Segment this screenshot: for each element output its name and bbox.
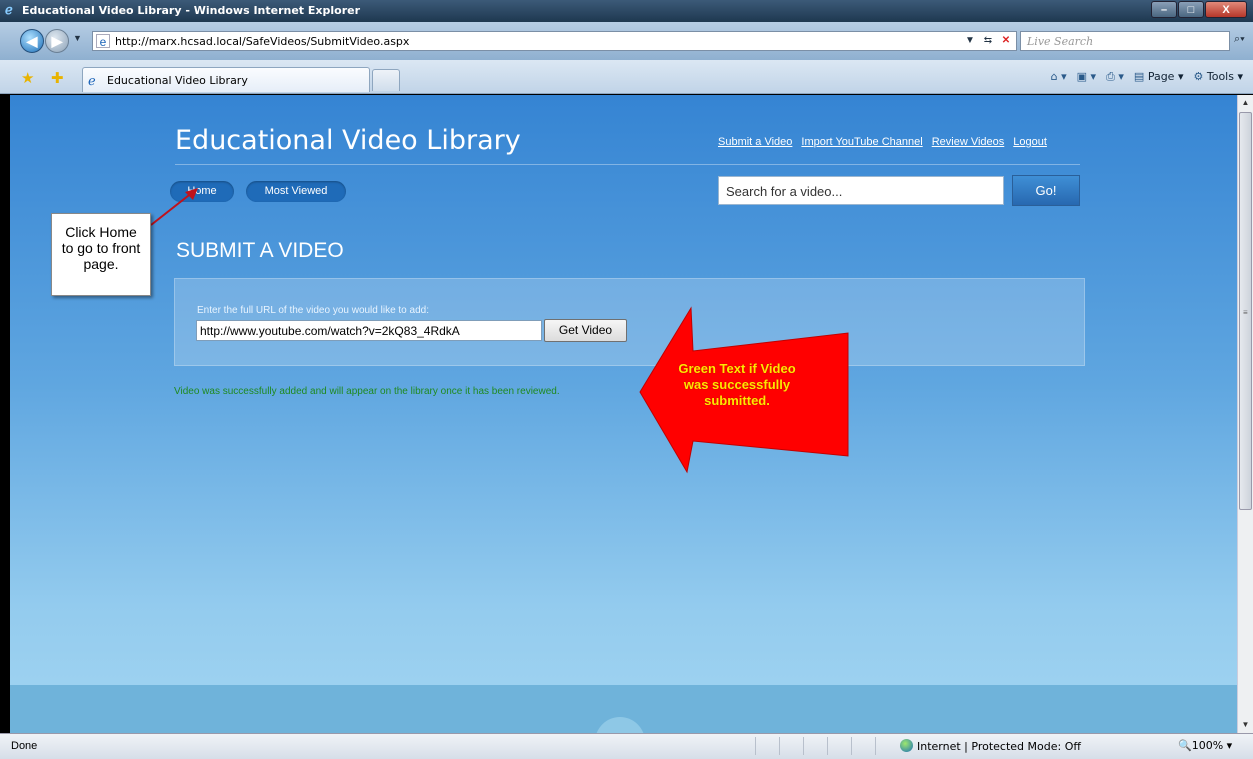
security-zone-label: Internet | Protected Mode: Off bbox=[917, 740, 1081, 753]
callout-line-2: to go to front bbox=[61, 240, 141, 256]
command-bar: ⌂ ▾ ▣ ▾ ⎙ ▾ ▤ Page ▾ ⚙ Tools ▾ bbox=[1051, 70, 1243, 84]
new-tab-button[interactable] bbox=[372, 69, 400, 91]
import-youtube-channel-link[interactable]: Import YouTube Channel bbox=[801, 136, 922, 148]
zoom-value: 100% bbox=[1191, 739, 1224, 752]
vertical-scrollbar[interactable]: ▲ ≡ ▼ bbox=[1237, 95, 1253, 733]
callout-line-3: page. bbox=[83, 256, 119, 272]
live-search-placeholder: Live Search bbox=[1027, 35, 1094, 48]
tab-command-bar: ★ ✚ ℯ Educational Video Library ⌂ ▾ ▣ ▾ … bbox=[0, 60, 1253, 94]
arrow-line-3: submitted. bbox=[704, 393, 770, 408]
top-nav-links: Submit a Video Import YouTube Channel Re… bbox=[718, 136, 1047, 148]
home-callout-box: Click Home to go to front page. bbox=[51, 213, 151, 296]
close-window-button[interactable]: X bbox=[1205, 1, 1247, 18]
status-separators bbox=[755, 737, 899, 755]
scroll-up-icon[interactable]: ▲ bbox=[1238, 95, 1253, 111]
tab-educational-video-library[interactable]: ℯ Educational Video Library bbox=[82, 67, 370, 92]
maximize-button[interactable]: □ bbox=[1178, 1, 1204, 18]
tools-menu[interactable]: ⚙ Tools ▾ bbox=[1193, 70, 1243, 84]
get-video-button[interactable]: Get Video bbox=[544, 319, 627, 342]
feeds-icon[interactable]: ▣ ▾ bbox=[1077, 70, 1096, 84]
page-menu[interactable]: ▤ Page ▾ bbox=[1134, 70, 1184, 84]
status-bar: Done Internet | Protected Mode: Off 🔍100… bbox=[0, 733, 1253, 759]
window-title: Educational Video Library - Windows Inte… bbox=[22, 4, 361, 17]
video-url-input[interactable]: http://www.youtube.com/watch?v=2kQ83_4Rd… bbox=[196, 320, 542, 341]
tab-label: Educational Video Library bbox=[107, 74, 248, 87]
scroll-thumb[interactable]: ≡ bbox=[1239, 112, 1252, 510]
window-titlebar: ℯ Educational Video Library - Windows In… bbox=[0, 0, 1253, 22]
address-bar[interactable]: e http://marx.hcsad.local/SafeVideos/Sub… bbox=[92, 31, 1017, 51]
address-url[interactable]: http://marx.hcsad.local/SafeVideos/Submi… bbox=[115, 35, 409, 48]
address-dropdown-icon[interactable]: ▼ bbox=[962, 33, 978, 49]
page-title: SUBMIT A VIDEO bbox=[176, 239, 344, 262]
page-menu-label: Page bbox=[1147, 70, 1175, 83]
back-button[interactable]: ◀ bbox=[20, 29, 44, 53]
zoom-level[interactable]: 🔍100% ▾ bbox=[1178, 739, 1232, 752]
arrow-line-1: Green Text if Video bbox=[678, 361, 796, 376]
forward-button[interactable]: ▶ bbox=[45, 29, 69, 53]
video-search-placeholder: Search for a video... bbox=[726, 184, 843, 199]
security-zone[interactable]: Internet | Protected Mode: Off bbox=[900, 739, 1081, 753]
site-title: Educational Video Library bbox=[175, 125, 521, 156]
tab-ie-icon: ℯ bbox=[88, 73, 96, 88]
status-text: Done bbox=[11, 740, 38, 752]
nav-most-viewed-button[interactable]: Most Viewed bbox=[246, 181, 346, 202]
scroll-grip-icon: ≡ bbox=[1243, 308, 1248, 317]
nav-home-button[interactable]: Home bbox=[170, 181, 234, 202]
scroll-down-icon[interactable]: ▼ bbox=[1238, 717, 1253, 733]
gear-icon: ⚙ bbox=[1193, 70, 1204, 83]
address-bar-row: ◀ ▶ ▼ e http://marx.hcsad.local/SafeVide… bbox=[0, 22, 1253, 60]
globe-icon bbox=[900, 739, 913, 752]
minimize-button[interactable]: – bbox=[1151, 1, 1177, 18]
success-message: Video was successfully added and will ap… bbox=[174, 386, 560, 397]
recent-pages-dropdown-icon[interactable]: ▼ bbox=[73, 33, 82, 43]
window-controls: – □ X bbox=[1150, 1, 1247, 19]
page-content: Educational Video Library Submit a Video… bbox=[10, 95, 1237, 733]
page-favicon-icon: e bbox=[96, 34, 110, 49]
logout-link[interactable]: Logout bbox=[1013, 136, 1047, 148]
video-search-input[interactable]: Search for a video... bbox=[718, 176, 1004, 205]
callout-line-1: Click Home bbox=[65, 224, 137, 240]
refresh-icon[interactable]: ⇆ bbox=[980, 33, 996, 49]
search-icon[interactable]: ⌕▾ bbox=[1234, 33, 1245, 46]
submit-form-panel: Enter the full URL of the video you woul… bbox=[174, 278, 1085, 366]
stop-icon[interactable]: ✕ bbox=[998, 33, 1014, 49]
review-videos-link[interactable]: Review Videos bbox=[932, 136, 1005, 148]
tools-menu-label: Tools bbox=[1206, 70, 1234, 83]
window-left-edge bbox=[0, 95, 10, 733]
add-favorites-icon[interactable]: ✚ bbox=[51, 69, 64, 87]
url-field-label: Enter the full URL of the video you woul… bbox=[197, 305, 429, 316]
page-icon: ▤ bbox=[1133, 70, 1145, 83]
submit-video-link[interactable]: Submit a Video bbox=[718, 136, 792, 148]
arrow-annotation-text: Green Text if Video was successfully sub… bbox=[672, 361, 802, 409]
ie-logo-icon: ℯ bbox=[5, 2, 13, 17]
go-search-button[interactable]: Go! bbox=[1012, 175, 1080, 206]
live-search-input[interactable]: Live Search bbox=[1020, 31, 1230, 51]
home-icon[interactable]: ⌂ ▾ bbox=[1051, 70, 1067, 84]
header-divider bbox=[175, 164, 1080, 165]
arrow-line-2: was successfully bbox=[683, 377, 791, 392]
print-icon[interactable]: ⎙ ▾ bbox=[1106, 70, 1124, 84]
video-url-value: http://www.youtube.com/watch?v=2kQ83_4Rd… bbox=[200, 324, 460, 338]
favorites-star-icon[interactable]: ★ bbox=[21, 69, 34, 87]
